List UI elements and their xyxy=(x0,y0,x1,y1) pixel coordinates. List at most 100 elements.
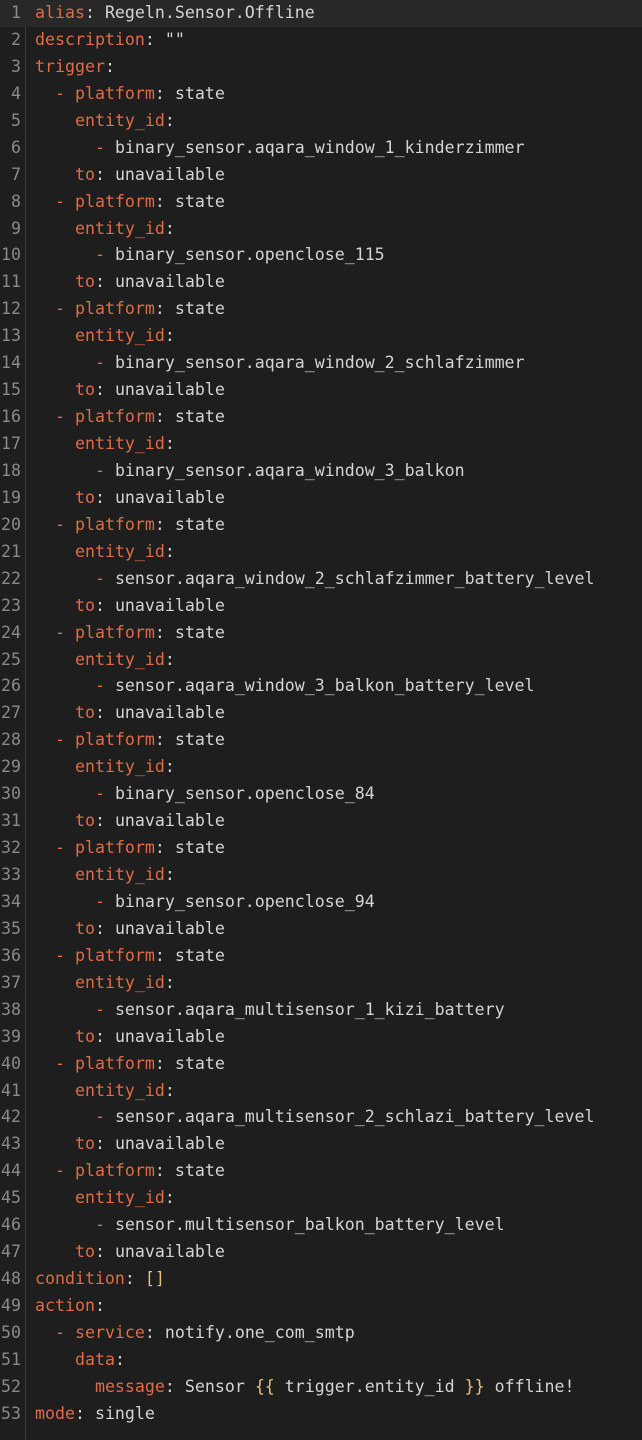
yaml-key: to xyxy=(74,918,95,938)
code-line[interactable]: 44 - platform: state xyxy=(0,1158,642,1185)
code-line[interactable]: 36 - platform: state xyxy=(0,943,642,970)
list-dash: - xyxy=(54,1053,75,1073)
yaml-value: sensor.aqara_window_2_schlafzimmer_batte… xyxy=(114,568,595,588)
yaml-value: : xyxy=(94,1026,115,1046)
line-code: to: unavailable xyxy=(35,593,225,620)
code-line[interactable]: 2 description: "" xyxy=(0,27,642,54)
yaml-value: : xyxy=(94,380,115,400)
line-number: 17 xyxy=(1,434,21,453)
line-number: 10 xyxy=(1,245,21,265)
code-line[interactable]: 15 to: unavailable xyxy=(0,377,642,404)
code-line[interactable]: 14 - binary_sensor.aqara_window_2_schlaf… xyxy=(0,350,642,377)
yaml-key: trigger xyxy=(35,56,105,76)
yaml-key: description xyxy=(35,29,145,49)
yaml-value: : xyxy=(94,811,115,831)
code-line[interactable]: 5 entity_id: xyxy=(0,108,642,135)
code-line[interactable]: 17 entity_id: xyxy=(0,431,642,458)
code-line[interactable]: 34 - binary_sensor.openclose_94 xyxy=(0,889,642,916)
code-line[interactable]: 33 entity_id: xyxy=(0,862,642,889)
list-dash: - xyxy=(94,676,115,696)
code-line[interactable]: 4 - platform: state xyxy=(0,81,642,108)
line-code: - sensor.multisensor_balkon_battery_leve… xyxy=(35,1212,505,1239)
line-number: 28 xyxy=(1,730,21,750)
code-line[interactable]: 48 condition: [] xyxy=(0,1266,642,1293)
line-number: 38 xyxy=(1,999,21,1019)
code-line[interactable]: 50 - service: notify.one_com_smtp xyxy=(0,1320,642,1347)
code-line[interactable]: 46 - sensor.multisensor_balkon_battery_l… xyxy=(0,1212,642,1239)
line-number: 37 xyxy=(1,972,21,992)
code-line[interactable]: 38 - sensor.aqara_multisensor_1_kizi_bat… xyxy=(0,997,642,1024)
code-line[interactable]: 43 to: unavailable xyxy=(0,1131,642,1158)
code-line[interactable]: 39 to: unavailable xyxy=(0,1024,642,1051)
code-line[interactable]: 47 to: unavailable xyxy=(0,1239,642,1266)
code-line[interactable]: 49 action: xyxy=(0,1293,642,1320)
line-number: 32 xyxy=(1,838,21,858)
yaml-key: entity_id xyxy=(74,541,165,561)
code-line[interactable]: 21 entity_id: xyxy=(0,539,642,566)
code-line[interactable]: 25 entity_id: xyxy=(0,647,642,674)
code-line[interactable]: 51 data: xyxy=(0,1347,642,1374)
line-code: - platform: state xyxy=(35,1051,225,1078)
code-line[interactable]: 41 entity_id: xyxy=(0,1078,642,1105)
line-number: 14 xyxy=(1,353,21,373)
yaml-value: state xyxy=(174,83,225,103)
code-line[interactable]: 22 - sensor.aqara_window_2_schlafzimmer_… xyxy=(0,566,642,593)
yaml-value: unavailable xyxy=(114,272,225,292)
code-line[interactable]: 45 entity_id: xyxy=(0,1185,642,1212)
code-line[interactable]: 52 message: Sensor {{ trigger.entity_id … xyxy=(0,1374,642,1401)
code-line[interactable]: 31 to: unavailable xyxy=(0,808,642,835)
code-line[interactable]: 20 - platform: state xyxy=(0,512,642,539)
yaml-value: : xyxy=(164,326,175,346)
code-line[interactable]: 40 - platform: state xyxy=(0,1051,642,1078)
code-line[interactable]: 8 - platform: state xyxy=(0,189,642,216)
code-line[interactable]: 11 to: unavailable xyxy=(0,269,642,296)
code-line[interactable]: 12 - platform: state xyxy=(0,296,642,323)
code-line[interactable]: 24 - platform: state xyxy=(0,620,642,647)
yaml-key: to xyxy=(74,272,95,292)
code-line[interactable]: 9 entity_id: xyxy=(0,216,642,243)
code-line[interactable]: 13 entity_id: xyxy=(0,323,642,350)
code-line[interactable]: 53 mode: single xyxy=(0,1401,642,1428)
code-line[interactable]: 26 - sensor.aqara_window_3_balkon_batter… xyxy=(0,673,642,700)
yaml-value: : xyxy=(154,730,175,750)
line-code: - platform: state xyxy=(35,189,225,216)
line-number: 13 xyxy=(1,326,21,346)
line-number: 46 xyxy=(1,1215,21,1235)
code-line[interactable]: 3 trigger: xyxy=(0,54,642,81)
yaml-value: sensor.aqara_multisensor_2_schlazi_batte… xyxy=(114,1107,595,1127)
code-line[interactable]: 23 to: unavailable xyxy=(0,593,642,620)
code-line[interactable]: 42 - sensor.aqara_multisensor_2_schlazi_… xyxy=(0,1104,642,1131)
code-line[interactable]: 27 to: unavailable xyxy=(0,700,642,727)
code-line[interactable]: 18 - binary_sensor.aqara_window_3_balkon xyxy=(0,458,642,485)
line-number: 48 xyxy=(1,1269,21,1289)
code-line[interactable]: 6 - binary_sensor.aqara_window_1_kinderz… xyxy=(0,135,642,162)
yaml-value: : xyxy=(164,218,175,238)
code-line[interactable]: 1 alias: Regeln.Sensor.Offline xyxy=(0,0,642,27)
code-line[interactable]: 16 - platform: state xyxy=(0,404,642,431)
yaml-value: binary_sensor.aqara_window_3_balkon xyxy=(114,460,465,480)
yaml-key: platform xyxy=(74,191,155,211)
yaml-code-editor[interactable]: 1 alias: Regeln.Sensor.Offline 2 descriptio… xyxy=(0,0,642,1440)
line-code: to: unavailable xyxy=(35,485,225,512)
yaml-value: state xyxy=(174,838,225,858)
yaml-key: condition xyxy=(35,1269,125,1289)
code-line[interactable]: 10 - binary_sensor.openclose_115 xyxy=(0,242,642,269)
code-line[interactable]: 30 - binary_sensor.openclose_84 xyxy=(0,781,642,808)
list-dash: - xyxy=(54,407,75,427)
line-code: - sensor.aqara_multisensor_1_kizi_batter… xyxy=(35,997,505,1024)
yaml-key: platform xyxy=(74,838,155,858)
yaml-value: : xyxy=(154,407,175,427)
code-line[interactable]: 35 to: unavailable xyxy=(0,916,642,943)
code-line[interactable]: 7 to: unavailable xyxy=(0,162,642,189)
code-line[interactable]: 29 entity_id: xyxy=(0,754,642,781)
line-code: entity_id: xyxy=(35,754,175,781)
code-line[interactable]: 37 entity_id: xyxy=(0,970,642,997)
code-line[interactable]: 32 - platform: state xyxy=(0,835,642,862)
code-line[interactable]: 19 to: unavailable xyxy=(0,485,642,512)
yaml-key: platform xyxy=(74,83,155,103)
code-line[interactable]: 28 - platform: state xyxy=(0,727,642,754)
yaml-key: platform xyxy=(74,1161,155,1181)
